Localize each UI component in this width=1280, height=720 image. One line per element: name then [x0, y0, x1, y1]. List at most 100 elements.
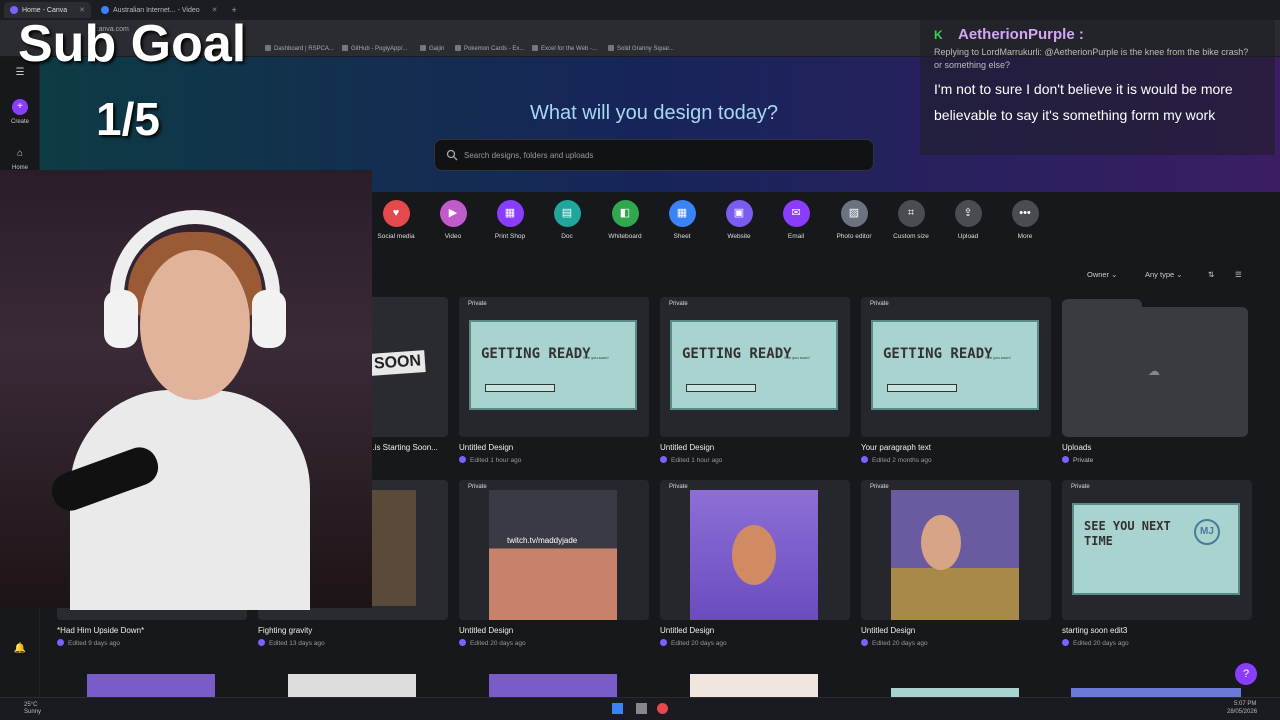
- task-view-icon[interactable]: [636, 703, 647, 714]
- thumb-image: twitch.tv/maddyjade: [489, 490, 617, 620]
- private-badge: Private: [669, 301, 688, 307]
- design-title: Untitled Design: [459, 626, 514, 635]
- category-label: Sheet: [673, 233, 691, 240]
- thumb-text: See you soon!: [985, 355, 1011, 360]
- list-view-icon[interactable]: ☰: [1235, 270, 1242, 279]
- design-title: Untitled Design: [459, 443, 514, 452]
- category-label: Upload: [957, 233, 979, 240]
- design-title: Untitled Design: [861, 626, 916, 635]
- more-icon: •••: [1011, 200, 1039, 227]
- thumb-image: [891, 490, 1019, 620]
- webcam-body: [70, 390, 310, 610]
- bookmark-item[interactable]: Gaijin: [420, 45, 444, 52]
- bookmark-item[interactable]: Dashboard | RSPCA...: [265, 45, 334, 52]
- thumb-text: See you soon!: [784, 355, 810, 360]
- design-meta: Edited 1 hour ago: [459, 456, 521, 464]
- folder-icon: ☁: [1062, 299, 1248, 437]
- category-photo-editor[interactable]: ▨ Photo editor: [824, 200, 884, 240]
- thumb-image[interactable]: [87, 674, 215, 697]
- thumb-face: [921, 515, 961, 570]
- private-badge: Private: [468, 484, 487, 490]
- webcam-overlay: [0, 170, 372, 610]
- heart-icon: ♥: [382, 200, 410, 227]
- category-upload[interactable]: ⇪ Upload: [938, 200, 998, 240]
- category-website[interactable]: ▣ Website: [709, 200, 769, 240]
- video-icon: ▶: [439, 200, 467, 227]
- design-title: ...is Starting Soon...: [368, 443, 438, 452]
- category-label: Whiteboard: [608, 233, 642, 240]
- category-label: Email: [787, 233, 805, 240]
- chat-message: I'm not to sure I don't believe it is wo…: [934, 81, 1233, 123]
- category-video[interactable]: ▶ Video: [423, 200, 483, 240]
- owner-filter-label: Owner: [1087, 270, 1110, 279]
- thumb-image: [372, 490, 416, 606]
- category-label: Social media: [377, 233, 415, 240]
- design-thumbnail: Private twitch.tv/maddyjade: [459, 480, 649, 620]
- bookmark-item[interactable]: Solid Granny Squar...: [608, 45, 674, 52]
- website-icon: ▣: [725, 200, 753, 227]
- thumb-image[interactable]: [1071, 688, 1241, 697]
- home-icon[interactable]: ⌂: [12, 146, 28, 162]
- category-custom-size[interactable]: ⌗ Custom size: [881, 200, 941, 240]
- design-meta: Edited 13 days ago: [258, 639, 325, 647]
- thumb-image[interactable]: [288, 674, 416, 697]
- start-icon[interactable]: [612, 703, 623, 714]
- chat-reply-context: Replying to LordMarrukurli: @AetherionPu…: [934, 47, 1249, 70]
- close-tab-icon[interactable]: ✕: [79, 6, 85, 14]
- bookmark-item[interactable]: Pokemon Cards - Ex...: [455, 45, 524, 52]
- mj-logo: MJ: [1194, 519, 1220, 545]
- type-filter-button[interactable]: Any type ⌄: [1145, 270, 1183, 279]
- search-placeholder: Search designs, folders and uploads: [464, 151, 594, 160]
- bookmark-item[interactable]: Excel for the Web -...: [532, 45, 597, 52]
- bookmark-item[interactable]: GitHub - PogiyApp/...: [342, 45, 407, 52]
- private-badge: Private: [870, 484, 889, 490]
- category-print-shop[interactable]: ▦ Print Shop: [480, 200, 540, 240]
- design-meta: Edited 20 days ago: [459, 639, 526, 647]
- help-button[interactable]: ?: [1235, 663, 1257, 685]
- progress-bar-graphic: [686, 384, 756, 392]
- category-label: Website: [727, 233, 751, 240]
- email-icon: ✉: [782, 200, 810, 227]
- getting-ready-graphic: GETTING READY See you soon!: [469, 320, 637, 410]
- design-meta: Edited 20 days ago: [861, 639, 928, 647]
- upload-icon: ⇪: [954, 200, 982, 227]
- clock-time[interactable]: 5:07 PM: [1234, 701, 1256, 707]
- category-whiteboard[interactable]: ◧ Whiteboard: [595, 200, 655, 240]
- design-thumbnail: Private: [861, 480, 1051, 620]
- category-doc[interactable]: ▤ Doc: [537, 200, 597, 240]
- clock-date[interactable]: 28/05/2026: [1227, 709, 1257, 715]
- category-email[interactable]: ✉ Email: [766, 200, 826, 240]
- design-title: starting soon edit3: [1062, 626, 1128, 635]
- design-title: Untitled Design: [660, 626, 715, 635]
- taskbar: 25°C Sunny 5:07 PM 28/05/2026: [0, 697, 1280, 720]
- category-more[interactable]: ••• More: [995, 200, 1055, 240]
- design-meta: Edited 20 days ago: [1062, 639, 1129, 647]
- screen: Home - Canva ✕ Australian Internet... - …: [0, 0, 1280, 720]
- design-meta: Edited 20 days ago: [660, 639, 727, 647]
- cloud-upload-icon: ☁: [1148, 364, 1160, 378]
- category-label: More: [1017, 233, 1033, 240]
- print-icon: ▦: [496, 200, 524, 227]
- sort-icon[interactable]: ⇅: [1208, 270, 1214, 279]
- close-tab-icon[interactable]: ✕: [212, 6, 218, 14]
- weather-widget[interactable]: 25°C Sunny: [24, 702, 48, 716]
- owner-filter-button[interactable]: Owner ⌄: [1087, 270, 1117, 279]
- category-social-media[interactable]: ♥ Social media: [366, 200, 426, 240]
- tab-label: Home - Canva: [22, 6, 68, 14]
- category-label: Print Shop: [494, 233, 526, 240]
- crop-icon: ⌗: [897, 200, 925, 227]
- category-label: Video: [444, 233, 462, 240]
- thumb-image[interactable]: [891, 688, 1019, 697]
- folder-title: Uploads: [1062, 443, 1092, 452]
- subgoal-count: 1/5: [96, 93, 160, 145]
- getting-ready-graphic: GETTING READY See you soon!: [670, 320, 838, 410]
- new-tab-button[interactable]: +: [232, 5, 237, 15]
- notifications-icon[interactable]: 🔔: [12, 641, 28, 657]
- thumb-face: [732, 525, 776, 585]
- search-input[interactable]: Search designs, folders and uploads: [434, 139, 874, 171]
- category-sheet[interactable]: ▦ Sheet: [652, 200, 712, 240]
- thumb-image[interactable]: [489, 674, 617, 697]
- design-thumbnail: Private SEE YOU NEXT TIME MJ: [1062, 480, 1252, 620]
- chrome-icon[interactable]: [657, 703, 668, 714]
- thumb-image[interactable]: [690, 674, 818, 697]
